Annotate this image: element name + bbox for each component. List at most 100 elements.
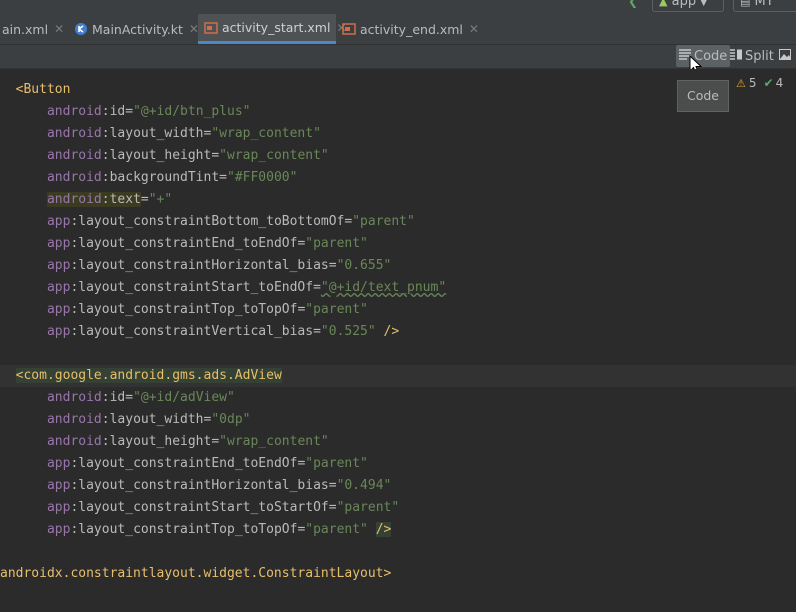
code-end: /> (383, 324, 400, 339)
code-val: "parent" (305, 522, 368, 537)
tab-label: activity_start.xml (222, 20, 331, 35)
design-mode-button[interactable] (779, 45, 795, 67)
code-ns: app (46, 522, 71, 537)
code-ns: android (46, 126, 102, 141)
code-ns: android (46, 192, 102, 207)
warning-icon: ⚠ (736, 76, 746, 90)
code-ns: android (46, 434, 102, 449)
tab-label: ain.xml (2, 21, 49, 37)
code-attr: layout_width (109, 412, 204, 427)
code-ns: app (46, 500, 71, 515)
tab-activity-start-xml[interactable]: activity_start.xml ✕ (198, 14, 347, 44)
code-attr: layout_constraintStart_toStartOf (78, 500, 329, 515)
code-ns: android (46, 390, 102, 405)
code-line[interactable]: app:layout_constraintBottom_toBottomOf="… (0, 211, 796, 233)
device-label: MY (754, 0, 774, 9)
code-line[interactable] (0, 343, 796, 365)
code-ns: app (46, 280, 71, 295)
close-icon[interactable]: ✕ (469, 22, 479, 36)
code-line[interactable]: androidx.constraintlayout.widget.Constra… (0, 563, 796, 585)
code-val: "parent" (305, 456, 368, 471)
run-config-label: app (671, 0, 697, 9)
close-icon[interactable]: ✕ (54, 22, 64, 36)
code-line[interactable]: android:backgroundTint="#FF0000" (0, 167, 796, 189)
code-ns: android (46, 104, 102, 119)
code-ns: android (46, 148, 102, 163)
run-arrow-icon[interactable]: ❮ (628, 0, 638, 8)
code-ns: app (46, 478, 71, 493)
code-mode-button[interactable]: Code (676, 45, 730, 67)
tab-activity-end-xml[interactable]: activity_end.xml ✕ (336, 14, 479, 44)
device-selector[interactable]: ▤ MY (733, 0, 796, 12)
code-line[interactable]: app:layout_constraintEnd_toEndOf="parent… (0, 453, 796, 475)
code-attr: layout_width (109, 126, 204, 141)
code-attr: layout_constraintStart_toEndOf (78, 280, 314, 295)
code-attr: layout_constraintHorizontal_bias (78, 258, 329, 273)
code-line[interactable]: app:layout_constraintEnd_toEndOf="parent… (0, 233, 796, 255)
code-attr: layout_constraintHorizontal_bias (78, 478, 329, 493)
code-tag: com.google.android.gms.ads.AdView (23, 368, 282, 383)
kotlin-file-icon (74, 22, 88, 36)
code-val: "parent" (336, 500, 400, 515)
code-val: "parent" (305, 302, 368, 317)
code-attr: id (109, 104, 126, 119)
tab-label: MainActivity.kt (92, 21, 183, 37)
code-val: "parent" (305, 236, 368, 251)
code-val: "wrap_content" (211, 126, 321, 141)
code-line[interactable]: app:layout_constraintStart_toEndOf="@+id… (0, 277, 796, 299)
code-attr: layout_constraintVertical_bias (78, 324, 314, 339)
code-attr: layout_height (109, 148, 212, 163)
code-line[interactable] (0, 541, 796, 563)
code-ns: app (46, 236, 71, 251)
code-val: "0dp" (211, 412, 251, 427)
code-line[interactable]: android:layout_width="wrap_content" (0, 123, 796, 145)
code-val: "wrap_content" (219, 148, 329, 163)
code-val: "+" (148, 192, 173, 207)
code-attr: layout_constraintTop_toTopOf (78, 522, 298, 537)
code-attr: layout_height (109, 434, 212, 449)
code-line[interactable]: app:layout_constraintStart_toStartOf="pa… (0, 497, 796, 519)
main-toolbar: ❮ ▲ app ▼ ▤ MY (0, 0, 796, 14)
view-mode-toolbar: Code Split (0, 45, 796, 69)
check-icon: ✔ (763, 76, 774, 90)
image-icon (779, 48, 791, 64)
split-mode-button[interactable]: Split (730, 45, 776, 67)
code-line[interactable]: android:layout_height="wrap_content" (0, 431, 796, 453)
code-val: "@+id/text_pnum" (320, 280, 447, 295)
code-line[interactable]: android:text="+" (0, 189, 796, 211)
code-ns: app (46, 456, 71, 471)
layout-file-icon (342, 22, 356, 36)
code-line[interactable]: app:layout_constraintTop_toTopOf="parent… (0, 299, 796, 321)
code-attr: backgroundTint (109, 170, 220, 185)
code-val: "@+id/btn_plus" (133, 104, 251, 119)
tab-label: activity_end.xml (360, 21, 463, 37)
code-editor[interactable]: <Button android:id="@+id/btn_plus" andro… (0, 69, 796, 612)
code-tooltip: Code (677, 80, 729, 112)
tab-mainactivity-kt[interactable]: MainActivity.kt ✕ (70, 14, 199, 44)
code-attr: id (109, 390, 126, 405)
code-line[interactable]: app:layout_constraintHorizontal_bias="0.… (0, 475, 796, 497)
code-line[interactable]: <com.google.android.gms.ads.AdView (0, 365, 796, 387)
run-config-selector[interactable]: ▲ app ▼ (652, 0, 724, 12)
android-icon: ▲ (659, 0, 668, 8)
code-ns: app (46, 302, 71, 317)
code-attr: text (109, 192, 141, 207)
code-val: "@+id/adView" (133, 390, 235, 405)
device-icon: ▤ (740, 0, 751, 8)
code-ns: android (46, 170, 102, 185)
code-end: /> (375, 522, 392, 537)
layout-file-icon (204, 21, 218, 35)
code-line[interactable]: android:layout_height="wrap_content" (0, 145, 796, 167)
code-val: "0.655" (336, 258, 392, 273)
tab-main-xml[interactable]: ain.xml ✕ (0, 14, 66, 44)
inspection-widget[interactable]: ⚠ 5 ✔ 4 (736, 75, 783, 91)
code-val: "0.494" (336, 478, 392, 493)
code-val: "#FF0000" (227, 170, 298, 185)
code-line[interactable]: android:id="@+id/adView" (0, 387, 796, 409)
code-line[interactable]: app:layout_constraintTop_toTopOf="parent… (0, 519, 796, 541)
code-line[interactable]: app:layout_constraintVertical_bias="0.52… (0, 321, 796, 343)
code-val: "wrap_content" (219, 434, 329, 449)
warning-count: 5 (748, 76, 757, 90)
code-line[interactable]: app:layout_constraintHorizontal_bias="0.… (0, 255, 796, 277)
code-line[interactable]: android:layout_width="0dp" (0, 409, 796, 431)
